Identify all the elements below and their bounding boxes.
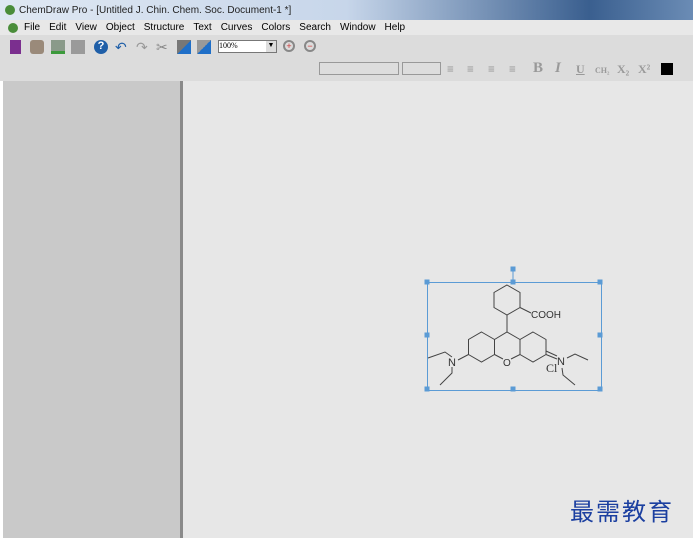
resize-handle xyxy=(424,332,430,338)
resize-handle xyxy=(597,279,603,285)
right-ring xyxy=(519,331,547,363)
n-right-label: N xyxy=(557,356,565,368)
resize-handle xyxy=(510,386,516,392)
resize-handle xyxy=(597,332,603,338)
chloride-label: Cl xyxy=(546,361,558,375)
left-ring xyxy=(468,331,495,363)
n-left-label: N xyxy=(448,357,456,369)
molecule-structure[interactable]: COOH N N O Cl xyxy=(0,0,693,541)
watermark: 最需教育 xyxy=(570,498,674,526)
resize-handle xyxy=(510,279,516,285)
cooh-label: COOH xyxy=(531,310,561,321)
resize-handle xyxy=(424,279,430,285)
resize-handle xyxy=(597,386,603,392)
oxygen-label: O xyxy=(503,358,511,369)
benzoic-ring xyxy=(493,284,521,316)
resize-handle xyxy=(424,386,430,392)
rotate-handle xyxy=(510,266,516,272)
